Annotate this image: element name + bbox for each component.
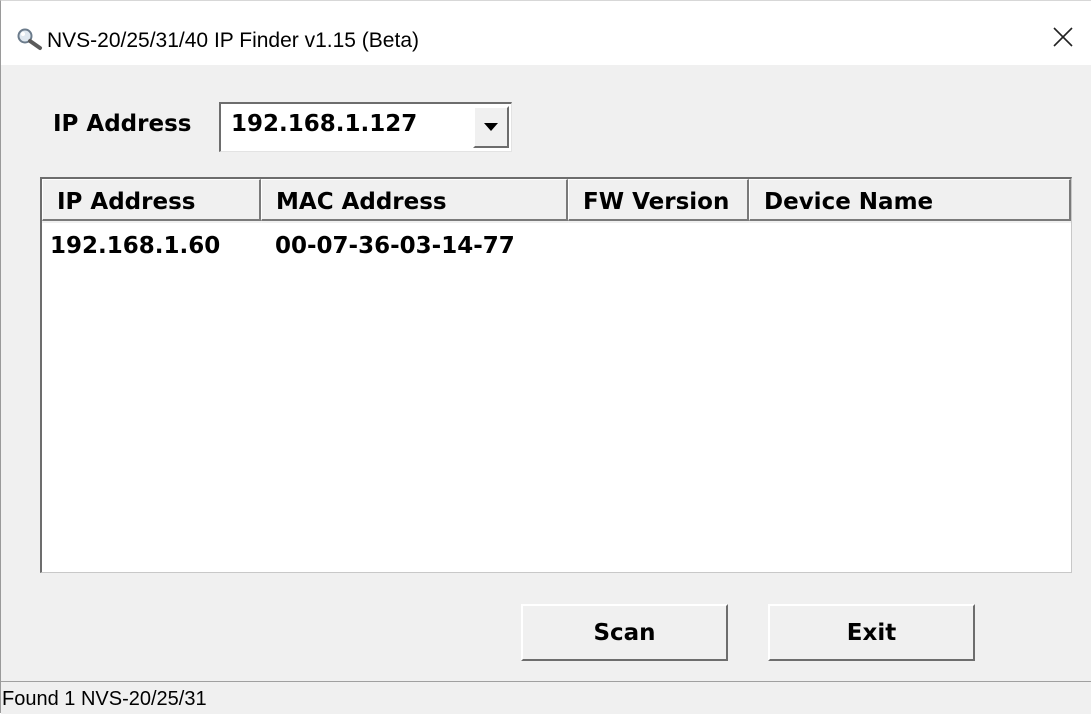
close-button[interactable] — [1045, 21, 1081, 57]
ip-address-value[interactable]: 192.168.1.127 — [231, 111, 417, 137]
scan-button[interactable]: Scan — [521, 604, 728, 661]
column-header-mac-address[interactable]: MAC Address — [261, 179, 568, 221]
title-bar[interactable]: NVS-20/25/31/40 IP Finder v1.15 (Beta) — [1, 1, 1091, 65]
status-bar: Found 1 NVS-20/25/31 — [1, 681, 1091, 714]
dropdown-button[interactable] — [473, 106, 509, 148]
magnifier-icon — [15, 27, 43, 51]
status-text: Found 1 NVS-20/25/31 — [2, 688, 207, 710]
exit-button[interactable]: Exit — [768, 604, 975, 661]
column-header-ip-address[interactable]: IP Address — [42, 179, 261, 221]
window-title: NVS-20/25/31/40 IP Finder v1.15 (Beta) — [47, 29, 419, 52]
close-icon — [1052, 26, 1074, 53]
table-row[interactable]: 192.168.1.60 00-07-36-03-14-77 — [42, 226, 1071, 266]
cell-mac-address: 00-07-36-03-14-77 — [275, 233, 515, 259]
column-header-fw-version[interactable]: FW Version — [568, 179, 749, 221]
ip-address-label: IP Address — [53, 111, 192, 137]
list-header: IP Address MAC Address FW Version Device… — [42, 179, 1071, 223]
ip-finder-window: NVS-20/25/31/40 IP Finder v1.15 (Beta) I… — [0, 0, 1091, 714]
column-header-device-name[interactable]: Device Name — [749, 179, 1071, 221]
device-list[interactable]: IP Address MAC Address FW Version Device… — [40, 177, 1072, 573]
chevron-down-icon — [484, 118, 498, 136]
cell-ip-address: 192.168.1.60 — [50, 233, 221, 259]
ip-address-combobox[interactable]: 192.168.1.127 — [219, 102, 512, 152]
